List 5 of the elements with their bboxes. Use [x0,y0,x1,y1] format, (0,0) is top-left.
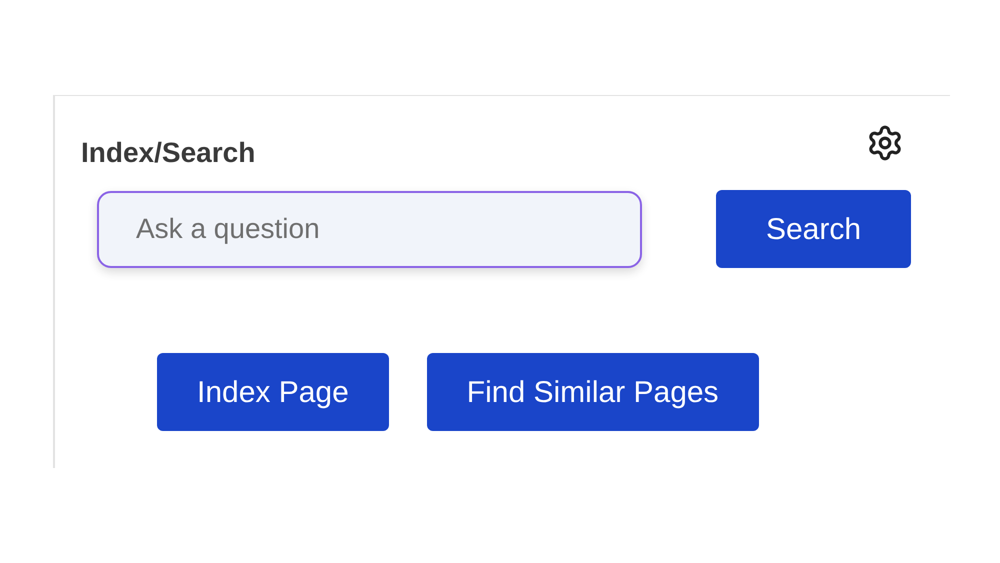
search-button[interactable]: Search [716,190,911,268]
question-field[interactable]: Ask a question [97,190,642,268]
action-button[interactable]: Find Similar Pages [426,353,759,431]
action-button[interactable]: Index Page [157,353,389,431]
panel-title: Index/Search [81,136,256,170]
